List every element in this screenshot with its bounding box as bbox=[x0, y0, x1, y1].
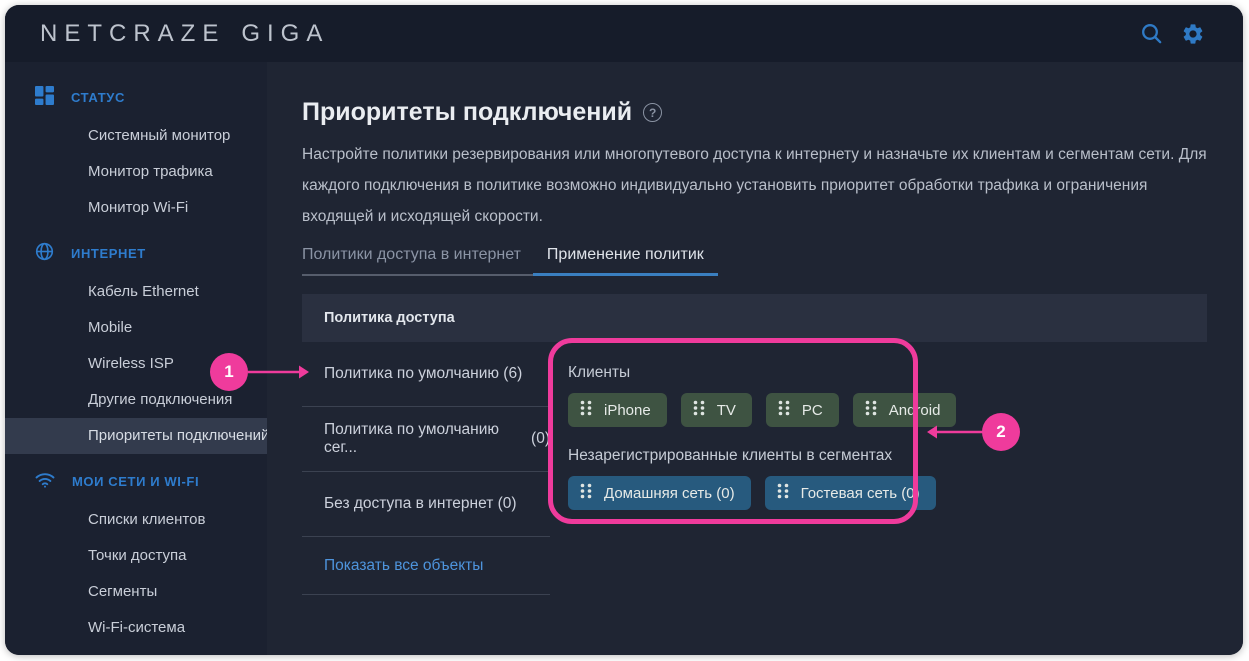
table-row-no-internet[interactable]: Без доступа в интернет (0) bbox=[302, 472, 550, 537]
sidebar-section-status: СТАТУС bbox=[5, 76, 267, 118]
segment-chip-guest-network[interactable]: Гостевая сеть (0) bbox=[765, 476, 936, 510]
drag-handle-icon[interactable] bbox=[580, 400, 592, 420]
client-chip-iphone[interactable]: iPhone bbox=[568, 393, 667, 427]
globe-icon bbox=[35, 242, 54, 264]
table-row-default-policy-seg[interactable]: Политика по умолчанию сег... (0) bbox=[302, 407, 550, 472]
sidebar-item-system-monitor[interactable]: Системный монитор bbox=[5, 118, 267, 154]
main-content: Приоритеты подключений ? Настройте полит… bbox=[267, 62, 1243, 655]
client-chip-pc[interactable]: PC bbox=[766, 393, 839, 427]
sidebar-item-access-points[interactable]: Точки доступа bbox=[5, 538, 267, 574]
sidebar-section-my-networks: МОИ СЕТИ И WI-FI bbox=[5, 460, 267, 502]
drag-handle-icon[interactable] bbox=[778, 400, 790, 420]
clients-panel: Клиенты iPhone TV bbox=[550, 342, 1207, 510]
sidebar-item-other-connections[interactable]: Другие подключения bbox=[5, 382, 267, 418]
unregistered-clients-label: Незарегистрированные клиенты в сегментах bbox=[568, 447, 1207, 465]
wifi-icon bbox=[35, 472, 55, 491]
sidebar-item-mobile[interactable]: Mobile bbox=[5, 310, 267, 346]
table-column-header: Политика доступа bbox=[302, 294, 1207, 342]
brand-logo-word1: NETCRAZE bbox=[40, 20, 225, 47]
search-icon[interactable] bbox=[1139, 22, 1163, 46]
row-count: (0) bbox=[531, 430, 550, 448]
drag-handle-icon[interactable] bbox=[777, 483, 789, 503]
client-chip-android[interactable]: Android bbox=[853, 393, 957, 427]
page-title: Приоритеты подключений bbox=[302, 98, 632, 127]
tab-access-policies[interactable]: Политики доступа в интернет bbox=[302, 238, 533, 276]
page-description: Настройте политики резервирования или мн… bbox=[302, 139, 1207, 232]
sidebar-item-client-lists[interactable]: Списки клиентов bbox=[5, 502, 267, 538]
segment-chip-home-network[interactable]: Домашняя сеть (0) bbox=[568, 476, 751, 510]
sidebar-section-label: ИНТЕРНЕТ bbox=[71, 246, 146, 261]
gear-icon[interactable] bbox=[1181, 22, 1205, 46]
sidebar-item-connection-priorities[interactable]: Приоритеты подключений bbox=[5, 418, 267, 454]
sidebar-section-label: МОИ СЕТИ И WI-FI bbox=[72, 474, 199, 489]
dashboard-grid-icon bbox=[35, 86, 54, 108]
table-row-default-policy[interactable]: Политика по умолчанию (6) bbox=[302, 342, 550, 407]
sidebar-item-segments[interactable]: Сегменты bbox=[5, 574, 267, 610]
brand-logo: NETCRAZE GIGA bbox=[40, 20, 329, 48]
brand-logo-word2: GIGA bbox=[241, 20, 329, 47]
sidebar: СТАТУС Системный монитор Монитор трафика… bbox=[5, 62, 267, 655]
policy-table: Политика доступа Политика по умолчанию (… bbox=[302, 294, 1207, 595]
sidebar-section-internet: ИНТЕРНЕТ bbox=[5, 232, 267, 274]
tab-policy-application[interactable]: Применение политик bbox=[533, 238, 718, 276]
tab-bar: Политики доступа в интернет Применение п… bbox=[302, 238, 718, 276]
drag-handle-icon[interactable] bbox=[865, 400, 877, 420]
show-all-objects-link[interactable]: Показать все объекты bbox=[302, 537, 550, 595]
sidebar-item-ethernet[interactable]: Кабель Ethernet bbox=[5, 274, 267, 310]
drag-handle-icon[interactable] bbox=[693, 400, 705, 420]
drag-handle-icon[interactable] bbox=[580, 483, 592, 503]
help-icon[interactable]: ? bbox=[643, 103, 662, 122]
sidebar-item-traffic-monitor[interactable]: Монитор трафика bbox=[5, 154, 267, 190]
sidebar-item-wireless-isp[interactable]: Wireless ISP bbox=[5, 346, 267, 382]
app-window: NETCRAZE GIGA СТАТУС Системный монитор Мо… bbox=[5, 5, 1243, 655]
sidebar-section-label: СТАТУС bbox=[71, 90, 125, 105]
sidebar-item-wifi-system[interactable]: Wi-Fi-система bbox=[5, 610, 267, 646]
clients-label: Клиенты bbox=[568, 364, 1207, 382]
topbar: NETCRAZE GIGA bbox=[5, 5, 1243, 62]
sidebar-item-wifi-monitor[interactable]: Монитор Wi-Fi bbox=[5, 190, 267, 226]
client-chip-tv[interactable]: TV bbox=[681, 393, 752, 427]
